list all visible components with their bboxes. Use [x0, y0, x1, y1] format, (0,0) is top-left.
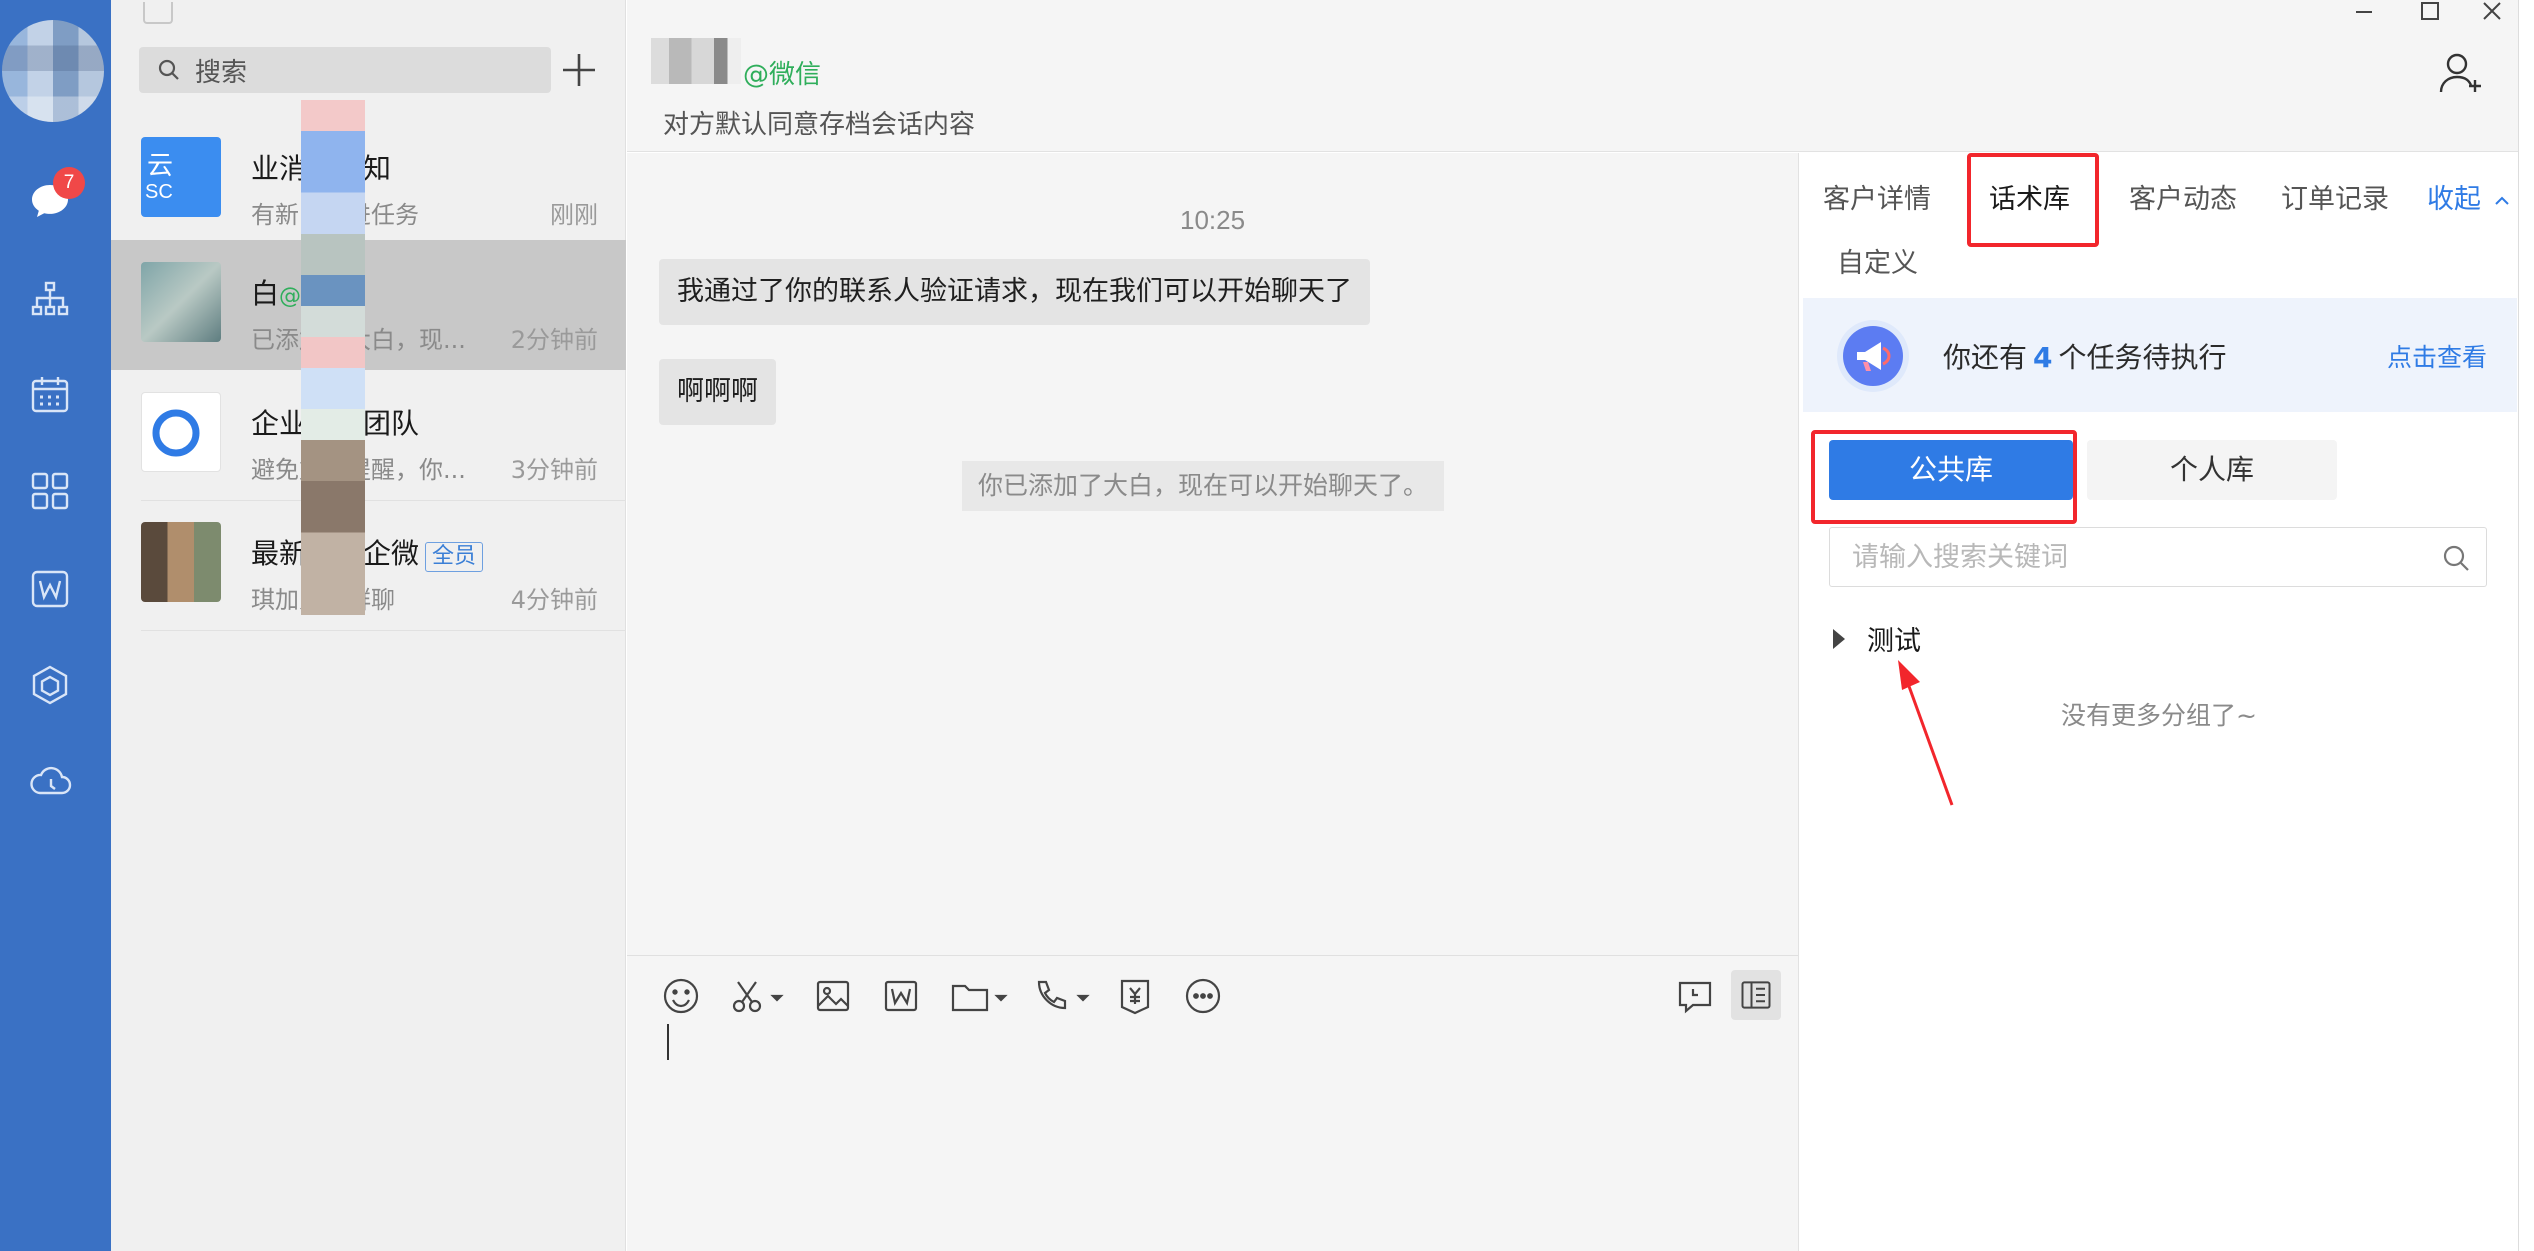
task-reminder-text: 你还有 4 个任务待执行: [1943, 336, 2227, 376]
conversation-preview: 已添加了大白，现...: [251, 320, 491, 355]
user-avatar[interactable]: [2, 20, 104, 122]
chat-header: @微信 对方默认同意存档会话内容: [627, 0, 2534, 152]
all-members-tag: 全员: [425, 542, 484, 572]
task-count: 4: [2033, 341, 2053, 374]
collapse-label: 收起: [2427, 184, 2481, 215]
add-icon[interactable]: [557, 48, 601, 92]
conversation-name-text: 白: [251, 277, 280, 310]
unread-badge: 7: [53, 167, 85, 199]
conversation-time: 刚刚: [550, 201, 598, 229]
keyword-search[interactable]: [1829, 527, 2487, 587]
org-chart-icon[interactable]: [27, 276, 73, 322]
text-cursor: [667, 1024, 669, 1060]
message-bubble[interactable]: 啊啊啊: [659, 359, 776, 425]
tab-custom[interactable]: 自定义: [1837, 241, 1918, 280]
folder-icon[interactable]: [949, 974, 1009, 1018]
left-rail: 7: [0, 0, 111, 1251]
tab-customer-activity[interactable]: 客户动态: [2129, 177, 2237, 216]
script-group-item[interactable]: 测试: [1833, 619, 1921, 658]
chat-history-icon[interactable]: [1675, 974, 1715, 1018]
document-w-icon[interactable]: [27, 566, 73, 612]
conversation-item[interactable]: 企业微信团队 避免重复提醒，你... 3分钟前: [111, 370, 626, 500]
task-reminder-bar: 你还有 4 个任务待执行 点击查看: [1803, 298, 2517, 412]
contact-avatar[interactable]: [651, 38, 741, 84]
conversation-time: 3分钟前: [510, 456, 598, 484]
image-icon[interactable]: [813, 974, 853, 1018]
megaphone-icon: [1837, 320, 1909, 392]
cloud-icon[interactable]: [27, 758, 73, 804]
conversation-avatar: 云 SC: [141, 137, 221, 217]
conversation-avatar: [141, 262, 221, 342]
annotation-arrow: [1898, 660, 1954, 806]
highlight-box: [1811, 430, 2077, 524]
conversation-name: 最新测试企微全员: [251, 532, 484, 572]
maximize-icon[interactable]: [2407, 0, 2451, 24]
message-time: 10:25: [1180, 205, 1246, 235]
task-suffix: 个任务待执行: [2058, 341, 2227, 374]
collapse-icon[interactable]: [143, 2, 173, 24]
minimize-icon[interactable]: [2342, 0, 2386, 24]
conversation-avatar: [141, 392, 221, 472]
conversation-item[interactable]: 最新测试企微全员 琪加入了群聊 4分钟前: [111, 500, 626, 630]
input-area[interactable]: [627, 955, 1798, 1251]
conversation-item[interactable]: 云 SC 业消息通知 有新的跟进任务 刚刚: [111, 115, 626, 245]
task-prefix: 你还有: [1943, 341, 2028, 374]
more-icon[interactable]: [1183, 974, 1223, 1018]
document-icon[interactable]: [881, 974, 921, 1018]
system-message: 你已添加了大白，现在可以开始聊天了。: [962, 461, 1445, 511]
conversation-preview: 避免重复提醒，你...: [251, 450, 491, 485]
search-icon[interactable]: [2440, 542, 2472, 574]
conversation-time: 4分钟前: [510, 586, 598, 614]
add-member-icon[interactable]: [2437, 48, 2487, 98]
red-packet-icon[interactable]: [1115, 974, 1155, 1018]
apps-grid-icon[interactable]: [27, 468, 73, 514]
highlight-box: [1967, 153, 2099, 247]
emoji-icon[interactable]: [661, 974, 701, 1018]
personal-library-button[interactable]: 个人库: [2087, 440, 2337, 500]
tab-order-records[interactable]: 订单记录: [2281, 177, 2389, 216]
close-icon[interactable]: [2470, 0, 2514, 24]
side-panel-toggle-icon[interactable]: [1731, 970, 1781, 1020]
message-area: 10:25 我通过了你的联系人验证请求，现在我们可以开始聊天了 啊啊啊 你已添加…: [627, 153, 1798, 955]
cube-icon[interactable]: [27, 662, 73, 708]
tab-customer-details[interactable]: 客户详情: [1823, 177, 1931, 216]
conversation-avatar: [141, 522, 221, 602]
expand-triangle-icon[interactable]: [1833, 628, 1845, 649]
search-box[interactable]: 搜索: [139, 47, 551, 93]
search-placeholder: 搜索: [195, 57, 248, 88]
keyword-search-input[interactable]: [1830, 528, 2410, 586]
conversation-preview: 琪加入了群聊: [251, 580, 491, 615]
privacy-mosaic: [301, 100, 365, 615]
calendar-icon[interactable]: [27, 372, 73, 418]
conversation-list: 搜索 云 SC 业消息通知 有新的跟进任务 刚刚 白@微信 已添加了大白，现..…: [111, 0, 626, 1251]
screenshot-scissors-icon[interactable]: [729, 974, 785, 1018]
conversation-preview: 有新的跟进任务: [251, 195, 491, 230]
archive-notice: 对方默认同意存档会话内容: [663, 110, 976, 140]
phone-icon[interactable]: [1031, 974, 1091, 1018]
message-bubble[interactable]: 我通过了你的联系人验证请求，现在我们可以开始聊天了: [659, 259, 1370, 325]
scrollbar[interactable]: [2518, 0, 2534, 1251]
contact-wechat-tag: @微信: [743, 60, 822, 90]
conversation-time: 2分钟前: [510, 326, 598, 354]
view-tasks-link[interactable]: 点击查看: [2387, 338, 2487, 374]
group-name: 测试: [1867, 626, 1921, 657]
chevron-up-icon: [2494, 196, 2509, 205]
collapse-tabs-button[interactable]: 收起: [2427, 177, 2510, 216]
divider: [141, 630, 626, 631]
search-icon: [158, 59, 179, 80]
conversation-item[interactable]: 白@微信 已添加了大白，现... 2分钟前: [111, 240, 626, 370]
